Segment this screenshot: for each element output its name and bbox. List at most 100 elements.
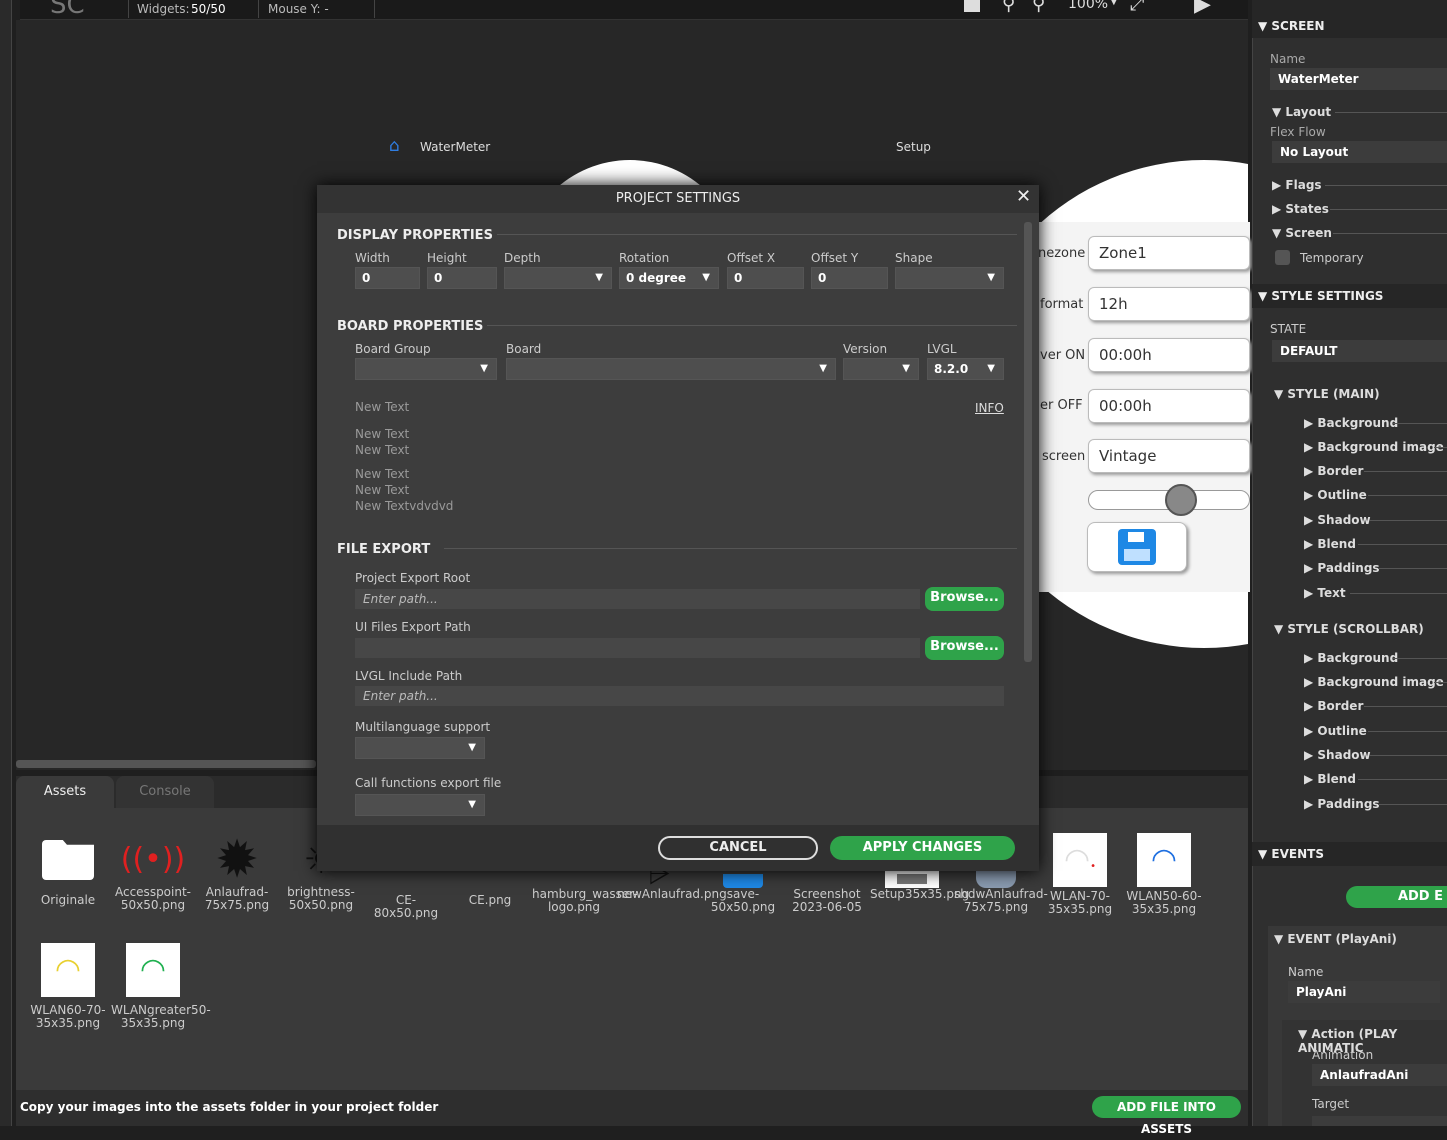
height-input[interactable]: 0 bbox=[427, 267, 497, 289]
style-scrollbar-toggle[interactable]: ▼ STYLE (SCROLLBAR) bbox=[1274, 622, 1424, 636]
close-icon[interactable]: ✕ bbox=[1016, 186, 1031, 207]
power-on-field[interactable]: 00:00h bbox=[1088, 338, 1250, 372]
play-icon[interactable]: ▶ bbox=[1194, 0, 1211, 17]
asset-item[interactable]: ◠ WLANgreater50-35x35.png bbox=[111, 942, 211, 1030]
add-event-button[interactable]: ADD E bbox=[1346, 886, 1447, 908]
zoom-level[interactable]: 100% bbox=[1068, 0, 1108, 12]
style-scroll-background[interactable]: ▶ Background bbox=[1304, 651, 1398, 665]
tab-assets[interactable]: Assets bbox=[16, 776, 114, 808]
asset-item[interactable]: ◠• WLAN-70-35x35.png bbox=[1038, 832, 1122, 916]
target-dropdown[interactable] bbox=[1312, 1116, 1447, 1126]
event-name-input[interactable]: PlayAni bbox=[1288, 981, 1440, 1003]
apply-changes-button[interactable]: APPLY CHANGES bbox=[830, 836, 1015, 860]
board-info-text: New Text bbox=[355, 427, 410, 441]
style-scroll-blend[interactable]: ▶ Blend bbox=[1304, 772, 1356, 786]
multilanguage-select[interactable] bbox=[355, 737, 485, 759]
board-select[interactable] bbox=[506, 358, 836, 380]
asset-item[interactable]: ✹ Anlaufrad-75x75.png bbox=[195, 832, 279, 912]
asset-item[interactable]: ◠ WLAN50-60-35x35.png bbox=[1122, 832, 1206, 916]
power-off-field[interactable]: 00:00h bbox=[1088, 389, 1250, 423]
depth-select[interactable] bbox=[504, 267, 612, 289]
screen-name-input[interactable]: WaterMeter bbox=[1270, 68, 1447, 90]
style-main-blend[interactable]: ▶ Blend bbox=[1304, 537, 1356, 551]
style-main-shadow[interactable]: ▶ Shadow bbox=[1304, 513, 1371, 527]
setup-label: Setup bbox=[896, 140, 931, 154]
style-scroll-outline[interactable]: ▶ Outline bbox=[1304, 724, 1367, 738]
style-main-border[interactable]: ▶ Border bbox=[1304, 464, 1363, 478]
asset-item[interactable]: Originale bbox=[26, 832, 110, 907]
offset-y-input[interactable]: 0 bbox=[811, 267, 888, 289]
screen-section-header[interactable]: ▼ SCREEN bbox=[1252, 14, 1447, 38]
screen-style-dropdown[interactable]: Vintage bbox=[1088, 439, 1250, 473]
browse-root-button[interactable]: Browse... bbox=[925, 587, 1004, 611]
power-off-label: er OFF bbox=[1040, 398, 1083, 413]
chevron-down-icon[interactable]: ▼ bbox=[1110, 0, 1118, 7]
style-scroll-border[interactable]: ▶ Border bbox=[1304, 699, 1363, 713]
style-main-paddings[interactable]: ▶ Paddings bbox=[1304, 561, 1380, 575]
asset-name: shdwAnlaufrad-75x75.png bbox=[954, 887, 1048, 914]
lvgl-include-input[interactable]: Enter path... bbox=[355, 686, 1004, 706]
temporary-checkbox[interactable] bbox=[1275, 250, 1290, 265]
asset-item[interactable]: ◠ WLAN60-70-35x35.png bbox=[26, 942, 110, 1030]
zoom-out-icon[interactable]: ⚲ bbox=[1002, 0, 1015, 15]
fit-icon[interactable] bbox=[964, 0, 980, 12]
call-functions-select[interactable] bbox=[355, 794, 485, 816]
asset-item[interactable]: ((•)) Accesspoint-50x50.png bbox=[111, 832, 195, 912]
rotation-label: Rotation bbox=[619, 251, 670, 265]
canvas-horizontal-scrollbar[interactable] bbox=[16, 760, 316, 768]
event-toggle[interactable]: ▼ EVENT (PlayAni) bbox=[1274, 932, 1397, 946]
board-group-select[interactable] bbox=[355, 358, 497, 380]
animation-label: Animation bbox=[1312, 1048, 1374, 1062]
events-header[interactable]: ▼ EVENTS bbox=[1252, 842, 1447, 866]
slider-knob[interactable] bbox=[1165, 484, 1197, 516]
board-info-text: New Text bbox=[355, 467, 410, 481]
info-link[interactable]: INFO bbox=[975, 401, 1004, 415]
time-format-dropdown[interactable]: 12h bbox=[1088, 287, 1250, 321]
cancel-button[interactable]: CANCEL bbox=[658, 836, 818, 860]
status-bar: Copy your images into the assets folder … bbox=[16, 1090, 1248, 1136]
style-main-outline[interactable]: ▶ Outline bbox=[1304, 488, 1367, 502]
style-settings-header[interactable]: ▼ STYLE SETTINGS bbox=[1252, 284, 1447, 308]
ui-files-export-input[interactable] bbox=[355, 638, 920, 658]
layout-toggle[interactable]: ▼ Layout bbox=[1272, 105, 1331, 119]
lvgl-label: LVGL bbox=[927, 342, 957, 356]
style-main-background[interactable]: ▶ Background bbox=[1304, 416, 1398, 430]
style-scroll-paddings[interactable]: ▶ Paddings bbox=[1304, 797, 1380, 811]
lvgl-select[interactable]: 8.2.0 bbox=[927, 358, 1004, 380]
style-scroll-background-image[interactable]: ▶ Background image bbox=[1304, 675, 1444, 689]
board-info-text: New Text bbox=[355, 400, 410, 414]
add-file-button[interactable]: ADD FILE INTO ASSETS bbox=[1092, 1096, 1241, 1136]
rotation-select[interactable]: 0 degree bbox=[619, 267, 719, 289]
offset-x-label: Offset X bbox=[727, 251, 776, 265]
states-toggle[interactable]: ▶ States bbox=[1272, 202, 1329, 216]
project-export-root-input[interactable]: Enter path... bbox=[355, 589, 920, 609]
state-dropdown[interactable]: DEFAULT bbox=[1272, 340, 1447, 362]
display-properties-heading: DISPLAY PROPERTIES bbox=[337, 228, 493, 243]
style-main-background-image[interactable]: ▶ Background image bbox=[1304, 440, 1444, 454]
style-main-text[interactable]: ▶ Text bbox=[1304, 586, 1346, 600]
save-button[interactable] bbox=[1087, 522, 1187, 572]
board-properties-heading: BOARD PROPERTIES bbox=[337, 319, 484, 334]
timezone-dropdown[interactable]: Zone1 bbox=[1088, 236, 1250, 270]
animation-dropdown[interactable]: AnlaufradAni bbox=[1312, 1064, 1447, 1086]
screen-toggle[interactable]: ▼ Screen bbox=[1272, 226, 1332, 240]
board-info-text: New Text bbox=[355, 483, 410, 497]
width-input[interactable]: 0 bbox=[355, 267, 420, 289]
depth-label: Depth bbox=[504, 251, 541, 265]
tab-console[interactable]: Console bbox=[116, 776, 214, 808]
wifi-icon: ◠ bbox=[1122, 832, 1206, 888]
style-scroll-shadow[interactable]: ▶ Shadow bbox=[1304, 748, 1371, 762]
offset-x-input[interactable]: 0 bbox=[727, 267, 804, 289]
browse-ui-button[interactable]: Browse... bbox=[925, 636, 1004, 660]
dialog-scrollbar[interactable] bbox=[1024, 222, 1032, 662]
version-select[interactable] bbox=[843, 358, 919, 380]
save-icon bbox=[1118, 529, 1156, 565]
flags-toggle[interactable]: ▶ Flags bbox=[1272, 178, 1322, 192]
zoom-in-icon[interactable]: ⚲ bbox=[1032, 0, 1045, 15]
home-icon[interactable]: ⌂ bbox=[389, 136, 400, 156]
style-main-toggle[interactable]: ▼ STYLE (MAIN) bbox=[1274, 387, 1380, 401]
shape-select[interactable] bbox=[895, 267, 1004, 289]
lvgl-include-label: LVGL Include Path bbox=[355, 669, 463, 683]
flex-flow-dropdown[interactable]: No Layout bbox=[1272, 141, 1447, 163]
fullscreen-icon[interactable]: ⤢ bbox=[1130, 0, 1144, 15]
